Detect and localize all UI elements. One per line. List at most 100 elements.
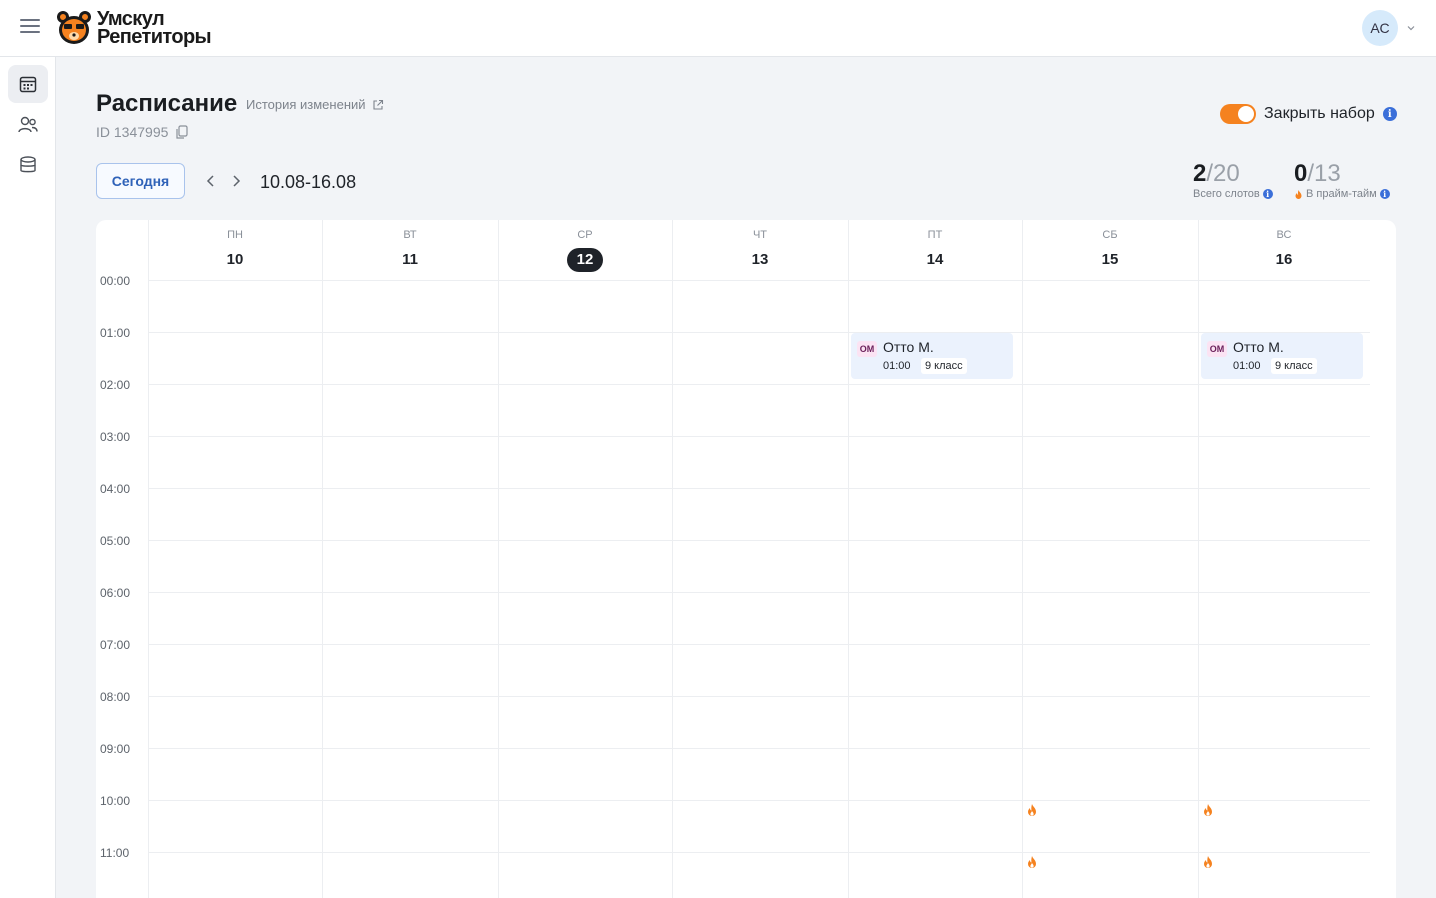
prime-time-total: /13 bbox=[1307, 160, 1341, 187]
time-label: 00:00 bbox=[100, 274, 131, 288]
column-divider bbox=[498, 220, 499, 898]
column-divider bbox=[848, 220, 849, 898]
total-slots-total: /20 bbox=[1206, 160, 1240, 187]
day-header-10[interactable]: ПН 10 bbox=[148, 220, 322, 280]
close-enrollment-toggle[interactable] bbox=[1220, 104, 1256, 124]
time-label: 02:00 bbox=[100, 378, 131, 392]
users-icon bbox=[18, 116, 38, 133]
total-slots-label: Всего слотов bbox=[1193, 188, 1260, 200]
history-link-label[interactable]: История изменений bbox=[246, 97, 366, 112]
time-label: 08:00 bbox=[100, 690, 131, 704]
day-header-13[interactable]: ЧТ 13 bbox=[672, 220, 848, 280]
time-label: 01:00 bbox=[100, 326, 131, 340]
hour-divider bbox=[148, 748, 1370, 749]
day-date: 15 bbox=[1101, 251, 1119, 268]
student-name: Отто М. bbox=[1233, 339, 1284, 355]
database-icon bbox=[20, 156, 36, 173]
day-date: 10 bbox=[226, 251, 244, 268]
hour-divider bbox=[148, 384, 1370, 385]
column-divider bbox=[148, 220, 149, 898]
info-icon[interactable]: i bbox=[1382, 107, 1397, 121]
day-name: СБ bbox=[1102, 229, 1118, 241]
column-divider bbox=[322, 220, 323, 898]
user-menu[interactable]: АС bbox=[1362, 10, 1416, 46]
prime-time-stat: 0/13 В прайм-тайм i bbox=[1294, 160, 1390, 200]
student-name: Отто М. bbox=[883, 339, 934, 355]
time-label: 06:00 bbox=[100, 586, 131, 600]
day-date: 13 bbox=[751, 251, 769, 268]
fire-icon bbox=[1204, 804, 1212, 816]
date-range: 10.08-16.08 bbox=[260, 172, 357, 192]
day-date: 14 bbox=[926, 251, 944, 268]
day-name: СР bbox=[577, 229, 593, 241]
chevron-down-icon[interactable] bbox=[1406, 23, 1416, 33]
today-button[interactable]: Сегодня bbox=[96, 163, 185, 199]
sidebar-item-database[interactable] bbox=[8, 146, 48, 184]
day-date: 11 bbox=[402, 251, 418, 268]
avatar[interactable]: АС bbox=[1362, 10, 1398, 46]
hour-divider bbox=[148, 800, 1370, 801]
history-link[interactable]: История изменений bbox=[246, 97, 384, 112]
prev-week-icon[interactable] bbox=[203, 173, 219, 189]
next-week-icon[interactable] bbox=[228, 173, 244, 189]
day-header-14[interactable]: ПТ 14 bbox=[848, 220, 1022, 280]
sidebar-item-students[interactable] bbox=[8, 106, 48, 144]
fire-icon bbox=[1028, 804, 1036, 816]
hour-divider bbox=[148, 488, 1370, 489]
time-label: 04:00 bbox=[100, 482, 131, 496]
hour-divider bbox=[148, 436, 1370, 437]
day-header-12[interactable]: СР 12 bbox=[498, 220, 672, 280]
lesson-time: 01:00 bbox=[1233, 360, 1261, 372]
sidebar bbox=[0, 57, 56, 898]
prime-time-label: В прайм-тайм bbox=[1306, 188, 1377, 200]
day-name: ПН bbox=[227, 229, 243, 241]
total-slots-stat: 2/20 Всего слотов i bbox=[1193, 160, 1273, 200]
today-date: 12 bbox=[567, 248, 603, 272]
day-date: 16 bbox=[1275, 251, 1293, 268]
total-slots-value: 2 bbox=[1193, 160, 1207, 187]
time-label: 05:00 bbox=[100, 534, 131, 548]
time-label: 07:00 bbox=[100, 638, 131, 652]
student-badge: ОМ bbox=[1207, 341, 1227, 357]
lesson-card[interactable]: ОМ Отто М. 01:00 9 класс bbox=[1201, 333, 1363, 379]
page-title: Расписание bbox=[96, 90, 238, 117]
hour-divider bbox=[148, 852, 1370, 853]
day-name: ВС bbox=[1276, 229, 1292, 241]
bear-logo-icon bbox=[57, 11, 91, 44]
lesson-card[interactable]: ОМ Отто М. 01:00 9 класс bbox=[851, 333, 1013, 379]
day-header-15[interactable]: СБ 15 bbox=[1022, 220, 1198, 280]
copy-icon[interactable] bbox=[176, 125, 189, 139]
info-icon[interactable]: i bbox=[1379, 189, 1390, 199]
hour-divider bbox=[148, 332, 1370, 333]
column-divider bbox=[672, 220, 673, 898]
fire-icon bbox=[1028, 856, 1036, 868]
close-enrollment: Закрыть набор i bbox=[1220, 104, 1397, 124]
hour-divider bbox=[148, 280, 1370, 281]
time-label: 09:00 bbox=[100, 742, 131, 756]
day-header-16[interactable]: ВС 16 bbox=[1198, 220, 1370, 280]
info-icon[interactable]: i bbox=[1262, 189, 1273, 199]
hour-divider bbox=[148, 540, 1370, 541]
time-label: 03:00 bbox=[100, 430, 131, 444]
hour-divider bbox=[148, 644, 1370, 645]
student-badge: ОМ bbox=[857, 341, 877, 357]
schedule-id: ID 1347995 bbox=[96, 124, 189, 140]
time-label: 10:00 bbox=[100, 794, 131, 808]
external-link-icon[interactable] bbox=[372, 99, 384, 111]
fire-icon bbox=[1204, 856, 1212, 868]
lesson-time: 01:00 bbox=[883, 360, 911, 372]
sidebar-item-schedule[interactable] bbox=[8, 65, 48, 103]
hour-divider bbox=[148, 696, 1370, 697]
column-divider bbox=[1198, 220, 1199, 898]
day-header-11[interactable]: ВТ 11 bbox=[322, 220, 498, 280]
schedule-id-text: ID 1347995 bbox=[96, 124, 169, 140]
week-calendar: ПН 10 ВТ 11 СР 12 ЧТ 13 ПТ 14 СБ 15 ВС 16 00:00 01:00 02… bbox=[96, 220, 1396, 898]
day-name: ПТ bbox=[927, 229, 943, 241]
student-grade: 9 класс bbox=[1271, 358, 1317, 374]
logo[interactable]: Умскул Репетиторы bbox=[55, 9, 212, 47]
top-bar: Умскул Репетиторы АС bbox=[0, 0, 1436, 57]
menu-icon[interactable] bbox=[20, 19, 40, 35]
day-name: ЧТ bbox=[752, 229, 768, 241]
prime-time-value: 0 bbox=[1294, 160, 1308, 187]
hour-divider bbox=[148, 592, 1370, 593]
